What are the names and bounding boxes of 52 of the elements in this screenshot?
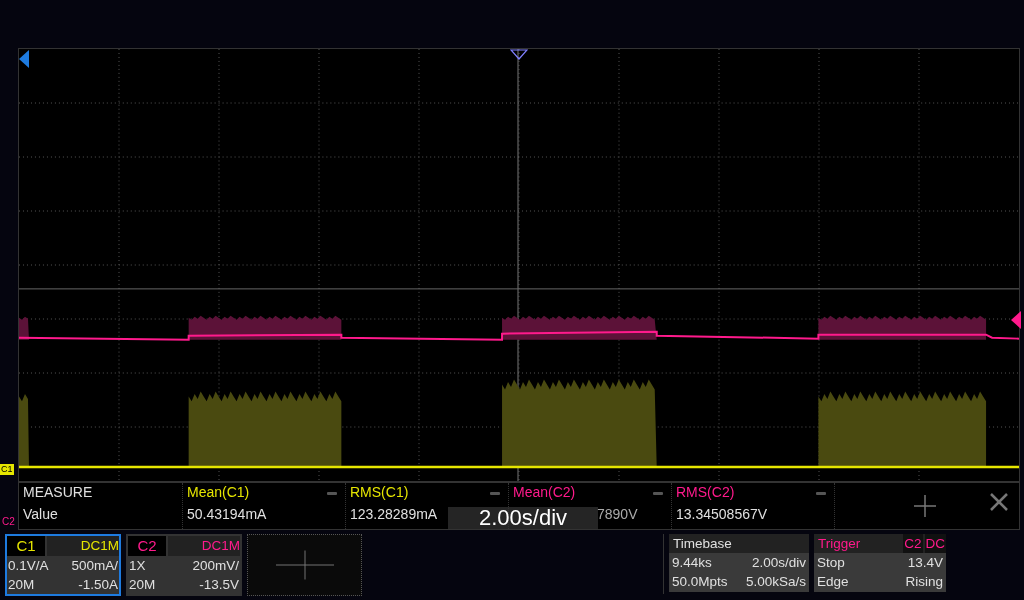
- channel-coupling: DC1M: [168, 536, 240, 556]
- acquisition-state: Stop: [817, 554, 845, 572]
- channel-marker: C1: [0, 464, 14, 475]
- vertical-offset: -13.5V: [199, 576, 239, 594]
- add-icon[interactable]: [913, 494, 937, 518]
- measure-value: 7890V: [597, 505, 638, 524]
- sample-rate: 5.00kSa/s: [745, 573, 806, 591]
- vertical-scale: 200mV/: [192, 557, 239, 575]
- probe-ratio: 1X: [129, 557, 146, 575]
- remove-button[interactable]: [490, 492, 500, 495]
- remove-button[interactable]: [653, 492, 663, 495]
- trigger-panel[interactable]: Trigger C2 DC Stop 13.4V Edge Rising: [814, 534, 946, 592]
- measure-name: Mean(C2): [513, 483, 576, 502]
- offset-icon: [19, 50, 29, 68]
- measure-name: Mean(C1): [187, 483, 250, 502]
- measure-row-label: Value: [23, 505, 58, 524]
- vertical-offset: -1.50A: [78, 576, 118, 594]
- measure-name: RMS(C1): [350, 483, 409, 502]
- trigger-delay: 9.44ks: [672, 554, 712, 572]
- trigger-type: Edge: [817, 573, 849, 591]
- timebase-panel[interactable]: Timebase 9.44ks 2.00s/div 50.0Mpts 5.00kSa/s: [669, 534, 809, 592]
- memory-depth: 50.0Mpts: [672, 573, 728, 591]
- trigger-source: C2: [903, 534, 923, 553]
- trigger-level-icon: [1011, 311, 1021, 329]
- trigger-slope: Rising: [905, 573, 943, 591]
- measure-header: MEASURE: [23, 483, 93, 502]
- measure-value: 123.28289mA: [350, 505, 438, 524]
- vertical-scale: 500mA/: [71, 557, 118, 575]
- channel-box[interactable]: C2 DC1M 1X 200mV/ 20M -13.5V: [126, 534, 242, 596]
- trigger-coupling: DC: [924, 534, 946, 553]
- time-scale: 2.00s/div: [751, 554, 806, 572]
- trigger-position-icon: [510, 49, 528, 61]
- bandwidth-limit: 20M: [129, 576, 156, 594]
- channel-box[interactable]: C1 DC1M 0.1V/A 500mA/ 20M -1.50A: [5, 534, 121, 596]
- trigger-level: 13.4V: [907, 554, 943, 572]
- bandwidth-limit: 20M: [8, 576, 35, 594]
- measure-value: 50.43194mA: [187, 505, 267, 524]
- timebase-title: Timebase: [673, 535, 732, 553]
- probe-ratio: 0.1V/A: [8, 557, 49, 575]
- add-icon: [275, 550, 334, 580]
- measure-name: RMS(C2): [676, 483, 735, 502]
- channel-name: C2: [137, 537, 157, 554]
- channel-marker: C2: [2, 516, 15, 527]
- add-channel-button[interactable]: [247, 534, 362, 596]
- channel-name: C1: [16, 537, 36, 554]
- trigger-title: Trigger: [818, 535, 861, 553]
- remove-button[interactable]: [816, 492, 826, 495]
- close-icon[interactable]: [989, 492, 1009, 512]
- timebase-popup: 2.00s/div: [448, 507, 598, 529]
- measure-value: 13.34508567V: [676, 505, 768, 524]
- remove-button[interactable]: [327, 492, 337, 495]
- channel-coupling: DC1M: [47, 536, 119, 556]
